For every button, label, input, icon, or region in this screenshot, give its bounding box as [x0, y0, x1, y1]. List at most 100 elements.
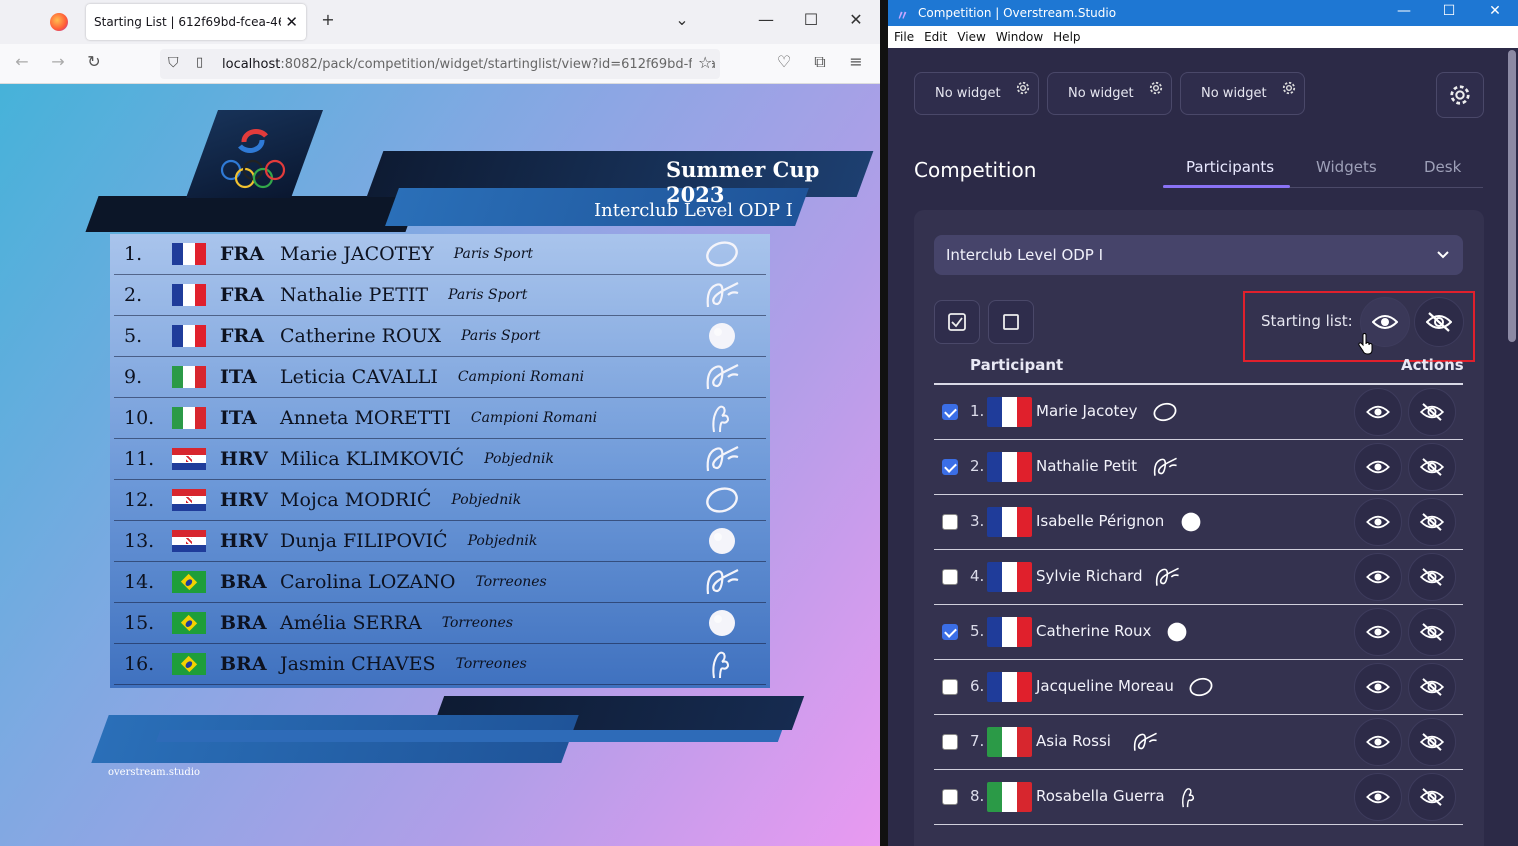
overstream-app-window: 〃 Competition | Overstream.Studio — ☐ ✕ … — [888, 0, 1518, 846]
participant-checkbox[interactable] — [942, 624, 958, 640]
hide-participant-button[interactable] — [1408, 553, 1456, 601]
club-name: Paris Sport — [453, 246, 534, 262]
participant-checkbox[interactable] — [942, 404, 958, 420]
eye-icon — [1366, 460, 1390, 474]
gear-icon[interactable] — [1282, 81, 1296, 95]
close-window-icon[interactable]: ✕ — [1485, 3, 1505, 19]
starting-list-row: 11. HRV Milica KLIMKOVIĆ Pobjednik — [114, 439, 766, 480]
extensions-icon[interactable]: ⧉ — [808, 52, 832, 72]
browser-tab[interactable]: Starting List | 612f69bd-fcea-46ad-a ✕ — [86, 4, 306, 40]
page-icon[interactable]: ▯ — [196, 55, 203, 70]
deselect-all-button[interactable] — [988, 300, 1034, 344]
tab-widgets[interactable]: Widgets — [1316, 158, 1377, 176]
ball-icon — [1178, 509, 1204, 535]
show-participant-button[interactable] — [1354, 608, 1402, 656]
starting-list-row: 12. HRV Mojca MODRIĆ Pobjednik — [114, 480, 766, 521]
menu-view[interactable]: View — [957, 30, 985, 44]
active-tab-indicator — [1163, 185, 1290, 188]
menu-edit[interactable]: Edit — [924, 30, 947, 44]
menu-file[interactable]: File — [894, 30, 914, 44]
menu-window[interactable]: Window — [996, 30, 1043, 44]
hide-participant-button[interactable] — [1408, 663, 1456, 711]
ball-icon — [704, 525, 740, 557]
checkbox-checked-icon — [948, 313, 966, 331]
hide-participant-button[interactable] — [1408, 773, 1456, 821]
participant-checkbox[interactable] — [942, 514, 958, 530]
hide-participant-button[interactable] — [1408, 388, 1456, 436]
flag-fra-icon — [987, 507, 1032, 537]
widget-slot-2[interactable]: No widget — [1047, 72, 1172, 115]
participant-name: Catherine Roux — [1036, 622, 1152, 640]
reload-icon[interactable]: ↻ — [82, 52, 106, 71]
participant-checkbox[interactable] — [942, 679, 958, 695]
participant-name: Asia Rossi — [1036, 732, 1111, 750]
country-code: HRV — [220, 489, 268, 511]
start-number: 14. — [124, 571, 155, 593]
app-titlebar: 〃 Competition | Overstream.Studio — ☐ ✕ — [888, 0, 1518, 26]
tab-desk[interactable]: Desk — [1424, 158, 1461, 176]
pocket-icon[interactable]: ♡ — [772, 52, 796, 71]
show-participant-button[interactable] — [1354, 443, 1402, 491]
participant-checkbox[interactable] — [942, 734, 958, 750]
flag-fra-icon — [987, 672, 1032, 702]
widget-slot-3[interactable]: No widget — [1180, 72, 1305, 115]
back-icon[interactable]: ← — [10, 52, 34, 71]
show-participant-button[interactable] — [1354, 718, 1402, 766]
minimize-icon[interactable]: — — [754, 10, 778, 29]
start-number: 15. — [124, 612, 155, 634]
menu-help[interactable]: Help — [1053, 30, 1080, 44]
new-tab-icon[interactable]: + — [316, 10, 340, 29]
section-title: Competition — [914, 158, 1037, 182]
maximize-icon[interactable]: ☐ — [1439, 3, 1459, 19]
bookmark-star-icon[interactable]: ☆ — [692, 53, 713, 72]
url-path: :8082/pack/competition/widget/startingli… — [280, 56, 716, 72]
flag-bra-icon — [172, 571, 206, 593]
widget-slot-1[interactable]: No widget — [914, 72, 1039, 115]
participant-row: 3. Isabelle Pérignon — [934, 495, 1463, 550]
hide-participant-button[interactable] — [1408, 498, 1456, 546]
minimize-icon[interactable]: — — [1394, 3, 1414, 19]
hide-participant-button[interactable] — [1408, 608, 1456, 656]
eye-icon — [1366, 515, 1390, 529]
maximize-icon[interactable]: ☐ — [799, 10, 823, 29]
participant-checkbox[interactable] — [942, 459, 958, 475]
hide-participant-button[interactable] — [1408, 718, 1456, 766]
firefox-icon[interactable] — [50, 13, 68, 31]
app-window-title: Competition | Overstream.Studio — [918, 6, 1117, 20]
gear-icon[interactable] — [1149, 81, 1163, 95]
flag-bra-icon — [172, 612, 206, 634]
settings-button[interactable] — [1436, 72, 1484, 118]
close-tab-icon[interactable]: ✕ — [285, 13, 298, 31]
hide-participant-button[interactable] — [1408, 443, 1456, 491]
gear-icon[interactable] — [1016, 81, 1030, 95]
show-participant-button[interactable] — [1354, 388, 1402, 436]
url-bar[interactable]: ⛉ ▯ localhost:8082/pack/competition/widg… — [160, 49, 720, 79]
start-number: 5. — [124, 325, 143, 347]
tab-participants[interactable]: Participants — [1186, 158, 1274, 176]
show-participant-button[interactable] — [1354, 663, 1402, 711]
level-select[interactable]: Interclub Level ODP I — [934, 235, 1463, 275]
ball-icon — [704, 320, 740, 352]
show-participant-button[interactable] — [1354, 773, 1402, 821]
hoop-icon — [1152, 399, 1178, 425]
forward-icon[interactable]: → — [46, 52, 70, 71]
select-all-button[interactable] — [934, 300, 980, 344]
participant-row: 7. Asia Rossi — [934, 715, 1463, 770]
tab-list-chevron-icon[interactable]: ⌄ — [670, 10, 694, 29]
start-number: 16. — [124, 653, 155, 675]
participant-checkbox[interactable] — [942, 789, 958, 805]
clubs-icon — [704, 648, 740, 680]
show-participant-button[interactable] — [1354, 498, 1402, 546]
show-participant-button[interactable] — [1354, 553, 1402, 601]
club-name: Paris Sport — [448, 287, 528, 303]
participant-number: 2. — [970, 457, 985, 475]
close-window-icon[interactable]: ✕ — [844, 10, 868, 29]
scrollbar-thumb[interactable] — [1508, 50, 1516, 342]
flag-ita-icon — [172, 407, 206, 429]
start-number: 10. — [124, 407, 155, 429]
gymnast-name: Nathalie PETIT — [280, 284, 429, 306]
start-number: 2. — [124, 284, 143, 306]
shield-icon[interactable]: ⛉ — [168, 55, 179, 71]
menu-icon[interactable]: ≡ — [844, 52, 868, 71]
participant-checkbox[interactable] — [942, 569, 958, 585]
